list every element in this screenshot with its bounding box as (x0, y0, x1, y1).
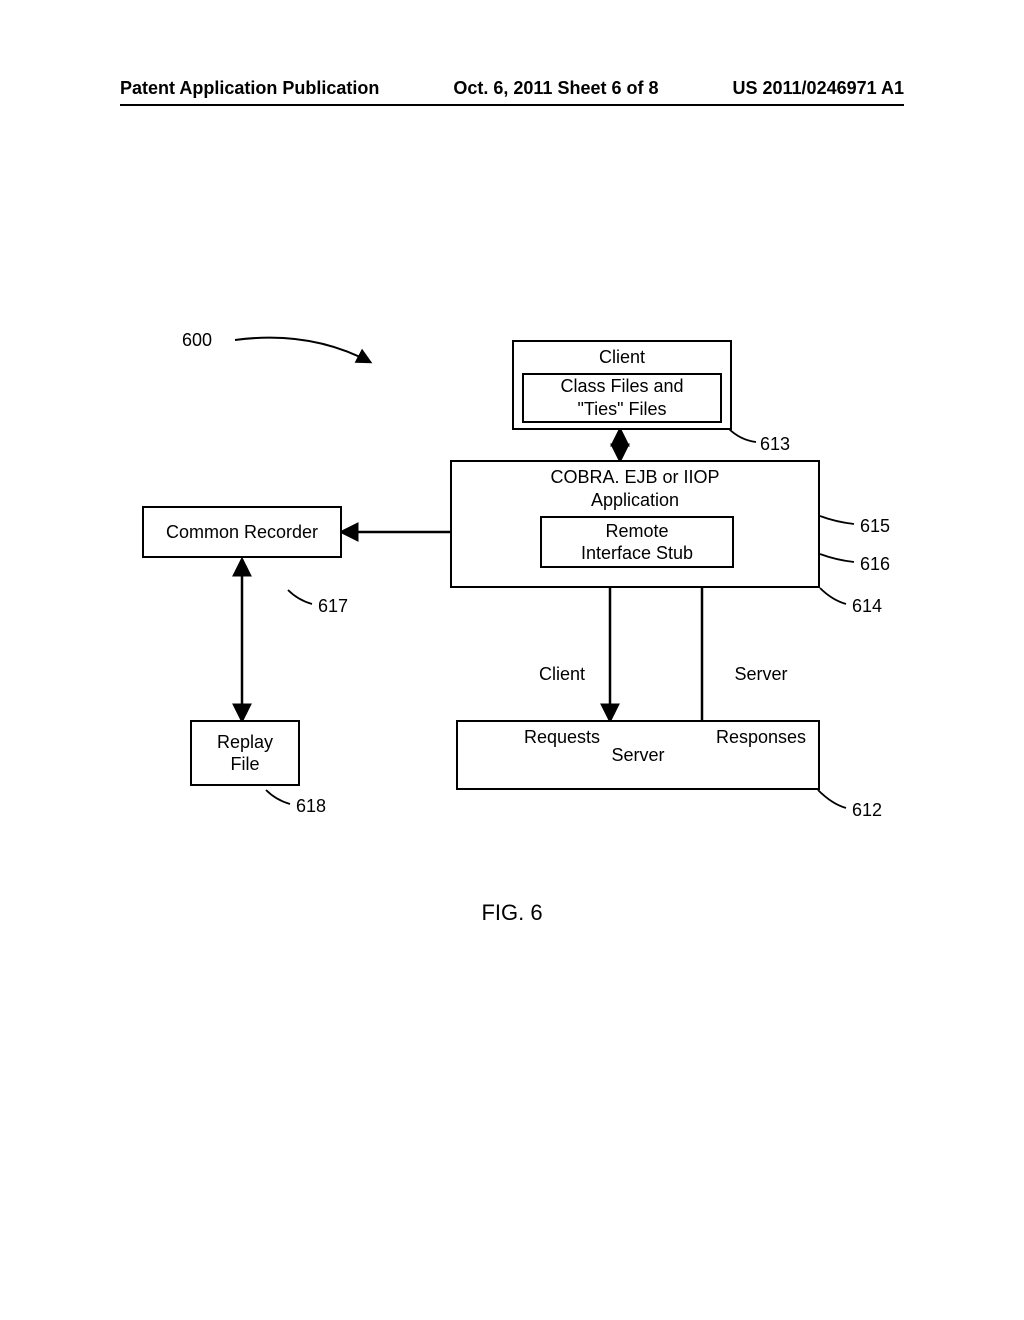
client-requests-label: Client Requests (524, 622, 600, 790)
class-files-box: Class Files and "Ties" Files (522, 373, 722, 423)
application-box: COBRA. EJB or IIOP Application Remote In… (450, 460, 820, 588)
figure-caption: FIG. 6 (0, 900, 1024, 926)
diagram-stage: Client Class Files and "Ties" Files COBR… (120, 300, 920, 900)
client-box: Client Class Files and "Ties" Files (512, 340, 732, 430)
replay-l2: File (192, 753, 298, 776)
remote-l2: Interface Stub (542, 542, 732, 565)
header-rule (120, 104, 904, 106)
common-recorder-label: Common Recorder (144, 521, 340, 544)
callout-615 (820, 516, 854, 524)
callout-618 (266, 790, 290, 804)
ref-616: 616 (860, 554, 890, 575)
server-responses-label: Server Responses (716, 622, 806, 790)
common-recorder-box: Common Recorder (142, 506, 342, 558)
replay-l1: Replay (192, 731, 298, 754)
ref-600-pointer (235, 338, 370, 362)
ref-612: 612 (852, 800, 882, 821)
callout-613 (728, 428, 756, 442)
callout-617 (288, 590, 312, 604)
ref-600: 600 (182, 330, 212, 351)
app-l2: Application (452, 489, 818, 512)
remote-l1: Remote (542, 520, 732, 543)
class-files-l1: Class Files and (524, 375, 720, 398)
callout-614 (820, 588, 846, 604)
ref-618: 618 (296, 796, 326, 817)
client-title: Client (514, 346, 730, 369)
class-files-l2: "Ties" Files (524, 398, 720, 421)
replay-file-box: Replay File (190, 720, 300, 786)
remote-interface-stub-box: Remote Interface Stub (540, 516, 734, 568)
page-header: Patent Application Publication Oct. 6, 2… (0, 78, 1024, 99)
ref-613: 613 (760, 434, 790, 455)
app-l1: COBRA. EJB or IIOP (452, 466, 818, 489)
callout-616 (820, 554, 854, 562)
callout-612 (818, 790, 846, 808)
ref-614: 614 (852, 596, 882, 617)
header-right: US 2011/0246971 A1 (733, 78, 904, 99)
header-left: Patent Application Publication (120, 78, 379, 99)
ref-617: 617 (318, 596, 348, 617)
ref-615: 615 (860, 516, 890, 537)
header-mid: Oct. 6, 2011 Sheet 6 of 8 (453, 78, 658, 99)
